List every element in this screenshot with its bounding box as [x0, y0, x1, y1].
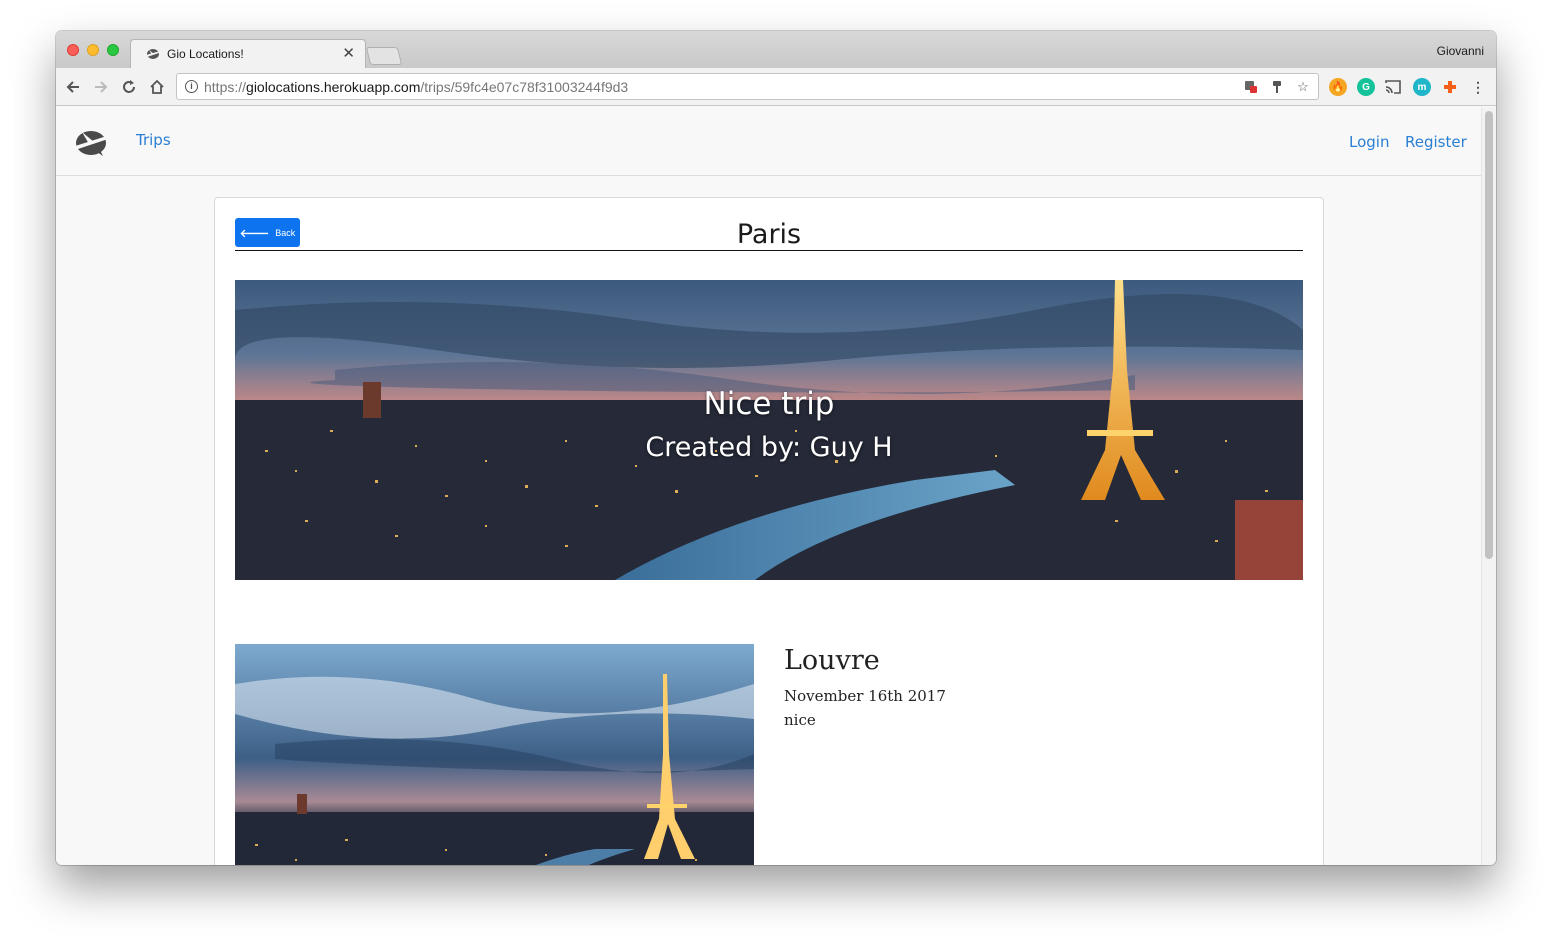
url-text: https://giolocations.herokuapp.com/trips…	[204, 79, 629, 95]
back-button[interactable]: 🡐 Back	[235, 218, 300, 247]
back-arrow-icon[interactable]	[63, 77, 83, 97]
page-viewport: Trips Login Register Paris 🡐 Back Nice t…	[56, 107, 1481, 865]
m-extension-icon[interactable]: m	[1413, 78, 1431, 96]
info-icon[interactable]: i	[185, 80, 198, 93]
fire-extension-icon[interactable]: 🔥	[1329, 78, 1347, 96]
arrow-left-icon: 🡐	[239, 227, 270, 240]
plane-globe-icon	[146, 49, 160, 59]
address-bar[interactable]: i https://giolocations.herokuapp.com/tri…	[176, 73, 1319, 100]
back-button-label: Back	[275, 227, 296, 238]
page-scrollbar[interactable]	[1481, 107, 1496, 865]
nav-link-login[interactable]: Login	[1349, 133, 1389, 151]
location-date: November 16th 2017	[784, 687, 946, 705]
forward-arrow-icon[interactable]	[91, 77, 111, 97]
location-description: nice	[784, 711, 816, 729]
nav-link-register[interactable]: Register	[1405, 133, 1467, 151]
browser-tab[interactable]: Gio Locations! ✕	[130, 39, 366, 68]
cast-icon[interactable]	[1384, 78, 1402, 96]
tab-close-icon[interactable]: ✕	[342, 44, 355, 62]
grammarly-icon[interactable]: G	[1357, 78, 1375, 96]
trip-title: Paris	[235, 218, 1303, 251]
trip-hero-image: Nice trip Created by: Guy H	[235, 280, 1303, 580]
window-minimize-button[interactable]	[87, 44, 99, 56]
home-icon[interactable]	[147, 77, 167, 97]
puzzle-extension-icon[interactable]	[1441, 78, 1459, 96]
key-icon[interactable]	[1269, 79, 1285, 95]
bookmark-star-icon[interactable]: ☆	[1295, 79, 1311, 95]
location-image	[235, 644, 754, 865]
tab-title: Gio Locations!	[167, 47, 244, 61]
reload-icon[interactable]	[119, 77, 139, 97]
hero-subtitle: Created by: Guy H	[645, 432, 893, 463]
new-tab-button[interactable]	[365, 47, 403, 65]
nav-link-trips[interactable]: Trips	[136, 131, 171, 149]
tab-strip: Gio Locations! ✕ Giovanni	[56, 31, 1496, 68]
window-close-button[interactable]	[67, 44, 79, 56]
browser-window: Gio Locations! ✕ Giovanni i https://giol…	[56, 31, 1496, 865]
scrollbar-thumb[interactable]	[1485, 111, 1493, 559]
trip-card: Paris 🡐 Back Nice trip Created by: Guy H…	[214, 197, 1324, 865]
translate-icon[interactable]	[1243, 79, 1259, 95]
plane-globe-logo-icon[interactable]	[70, 125, 112, 159]
window-maximize-button[interactable]	[107, 44, 119, 56]
hero-title: Nice trip	[703, 386, 835, 422]
location-name: Louvre	[784, 645, 880, 676]
profile-name[interactable]: Giovanni	[1437, 44, 1484, 58]
menu-kebab-icon[interactable]: ⋮	[1469, 78, 1487, 96]
browser-toolbar: i https://giolocations.herokuapp.com/tri…	[56, 68, 1496, 106]
site-navbar: Trips Login Register	[56, 107, 1481, 176]
